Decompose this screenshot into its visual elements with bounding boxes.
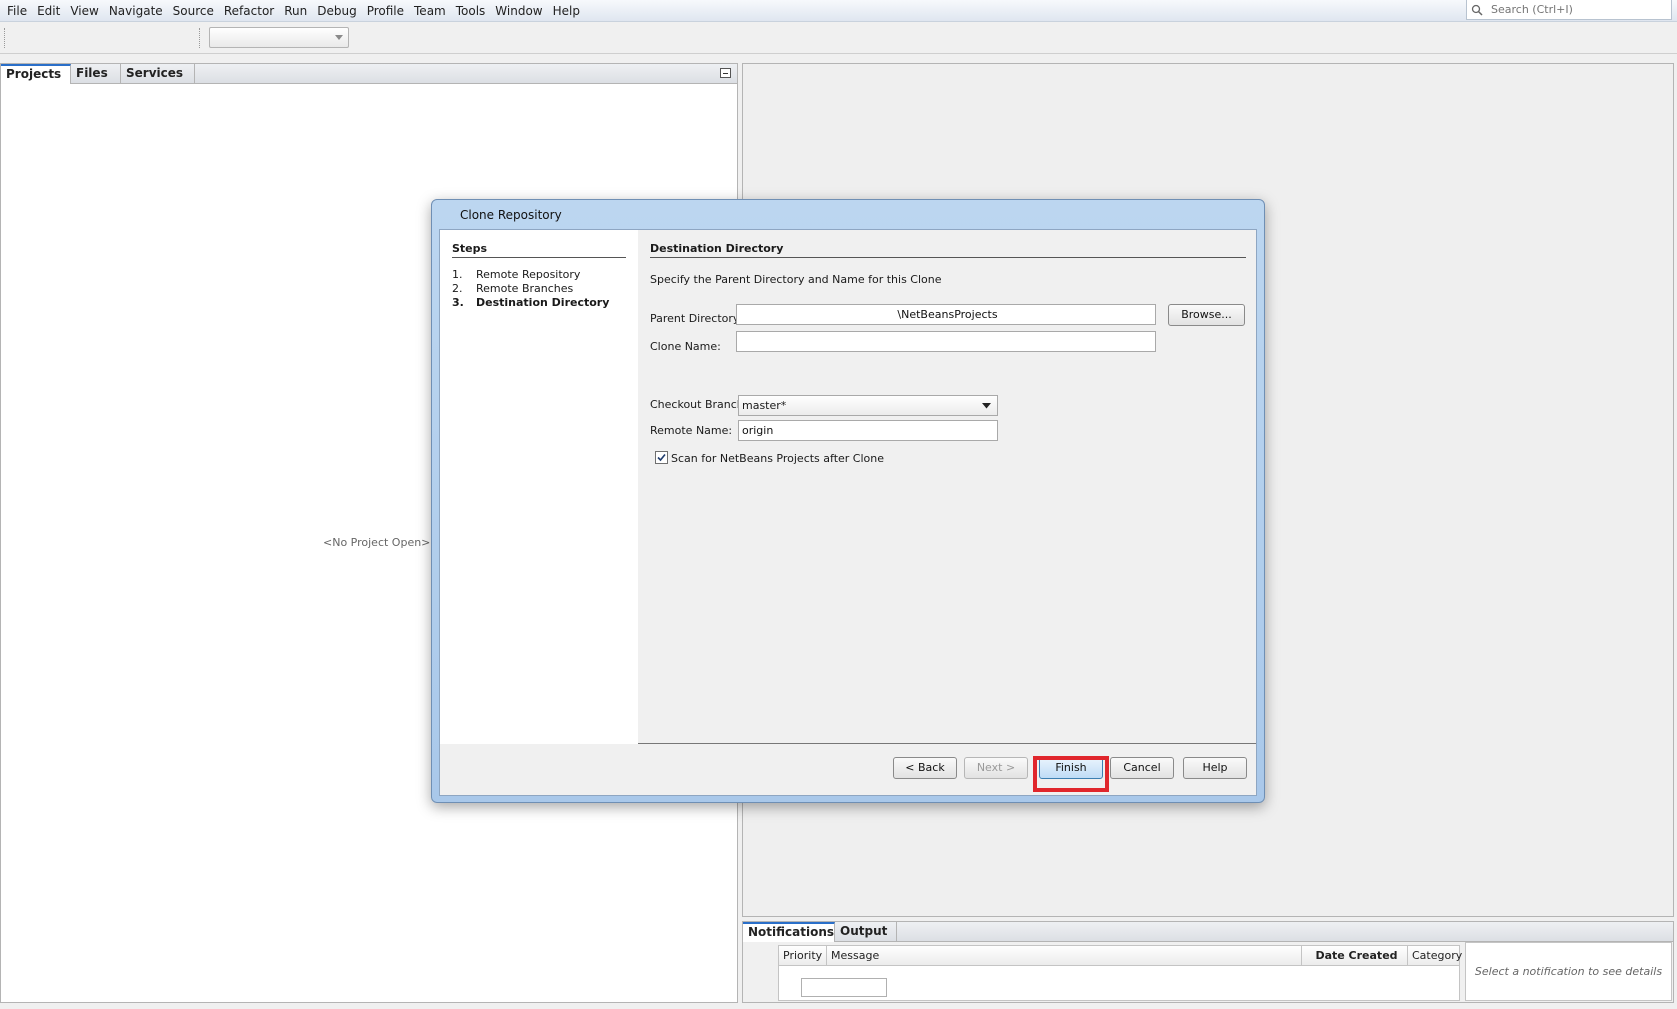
step-destination-directory: 3. Destination Directory xyxy=(452,296,609,309)
step-number: 1. xyxy=(452,268,463,281)
projects-tabbar: Projects Files Services xyxy=(1,64,737,84)
menu-profile[interactable]: Profile xyxy=(362,3,409,19)
check-icon xyxy=(657,453,666,462)
checkout-branch-value: master* xyxy=(742,399,787,412)
step-remote-repository: 1. Remote Repository xyxy=(452,268,580,281)
steps-title: Steps xyxy=(452,242,626,258)
step-remote-branches: 2. Remote Branches xyxy=(452,282,573,295)
menu-debug[interactable]: Debug xyxy=(312,3,361,19)
notification-filter-input[interactable] xyxy=(801,978,887,997)
toolbar xyxy=(0,22,1677,54)
finish-button[interactable]: Finish xyxy=(1039,757,1103,779)
back-button[interactable]: < Back xyxy=(893,757,957,779)
quick-search-box xyxy=(1466,0,1672,20)
notifications-panel: Notifications Output Priority Message Da… xyxy=(742,921,1674,1003)
menu-tools[interactable]: Tools xyxy=(451,3,491,19)
column-priority[interactable]: Priority xyxy=(779,946,827,966)
parent-directory-label: Parent Directory: xyxy=(650,312,743,325)
menu-items: File Edit View Navigate Source Refactor … xyxy=(2,3,585,19)
menu-help[interactable]: Help xyxy=(548,3,585,19)
section-title: Destination Directory xyxy=(650,242,1246,258)
no-project-message: <No Project Open> xyxy=(323,536,431,549)
steps-pane: Steps 1. Remote Repository 2. Remote Branc… xyxy=(440,230,638,744)
notification-details: Select a notification to see details xyxy=(1465,942,1672,1001)
remote-name-field[interactable] xyxy=(738,420,998,441)
checkout-branch-label: Checkout Branch: xyxy=(650,398,748,411)
remote-name-label: Remote Name: xyxy=(650,424,733,437)
step-label: Remote Branches xyxy=(476,282,574,295)
dialog-body: Steps 1. Remote Repository 2. Remote Branc… xyxy=(439,229,1257,796)
scan-projects-label[interactable]: Scan for NetBeans Projects after Clone xyxy=(671,452,884,465)
tab-services[interactable]: Services xyxy=(121,64,195,84)
menu-source[interactable]: Source xyxy=(168,3,219,19)
menu-navigate[interactable]: Navigate xyxy=(104,3,168,19)
clone-name-field[interactable] xyxy=(736,331,1156,352)
step-number: 3. xyxy=(452,296,464,309)
step-number: 2. xyxy=(452,282,463,295)
toolbar-grip[interactable] xyxy=(199,28,202,48)
destination-directory-panel: Destination Directory Specify the Parent… xyxy=(638,230,1256,744)
details-placeholder: Select a notification to see details xyxy=(1474,965,1663,978)
checkout-branch-combo[interactable]: master* xyxy=(738,395,998,416)
menu-refactor[interactable]: Refactor xyxy=(219,3,279,19)
cancel-button[interactable]: Cancel xyxy=(1110,757,1174,779)
tab-output[interactable]: Output xyxy=(835,922,897,942)
tab-files[interactable]: Files xyxy=(71,64,121,84)
minimize-icon[interactable] xyxy=(720,68,731,78)
scan-projects-checkbox[interactable] xyxy=(655,451,668,464)
search-icon xyxy=(1471,4,1483,16)
chevron-down-icon xyxy=(982,403,991,409)
quick-search-input[interactable] xyxy=(1491,1,1669,18)
column-message[interactable]: Message xyxy=(827,946,1302,966)
toolbar-grip[interactable] xyxy=(4,28,7,48)
menu-run[interactable]: Run xyxy=(279,3,312,19)
clone-repository-dialog: Clone Repository Steps 1. Remote Reposito… xyxy=(431,199,1265,803)
section-description: Specify the Parent Directory and Name fo… xyxy=(650,273,942,286)
table-header: Priority Message Date Created Category xyxy=(779,946,1462,966)
menu-file[interactable]: File xyxy=(2,3,32,19)
browse-button[interactable]: Browse... xyxy=(1168,304,1245,326)
parent-directory-field[interactable] xyxy=(736,304,1156,325)
tab-notifications[interactable]: Notifications xyxy=(743,922,835,942)
menu-team[interactable]: Team xyxy=(409,3,451,19)
clone-name-label: Clone Name: xyxy=(650,340,721,353)
chevron-down-icon xyxy=(335,35,343,40)
notifications-tabbar: Notifications Output xyxy=(743,922,1673,942)
next-button[interactable]: Next > xyxy=(964,757,1028,779)
help-button[interactable]: Help xyxy=(1183,757,1247,779)
configuration-combo[interactable] xyxy=(209,27,349,48)
menu-bar: File Edit View Navigate Source Refactor … xyxy=(0,0,1677,22)
step-label: Destination Directory xyxy=(476,296,610,309)
dialog-title: Clone Repository xyxy=(460,208,562,222)
step-label: Remote Repository xyxy=(476,268,581,281)
menu-edit[interactable]: Edit xyxy=(32,3,65,19)
column-category[interactable]: Category xyxy=(1408,946,1462,966)
column-date-created[interactable]: Date Created xyxy=(1302,946,1408,966)
menu-view[interactable]: View xyxy=(65,3,103,19)
tab-projects[interactable]: Projects xyxy=(1,64,71,84)
menu-window[interactable]: Window xyxy=(490,3,547,19)
